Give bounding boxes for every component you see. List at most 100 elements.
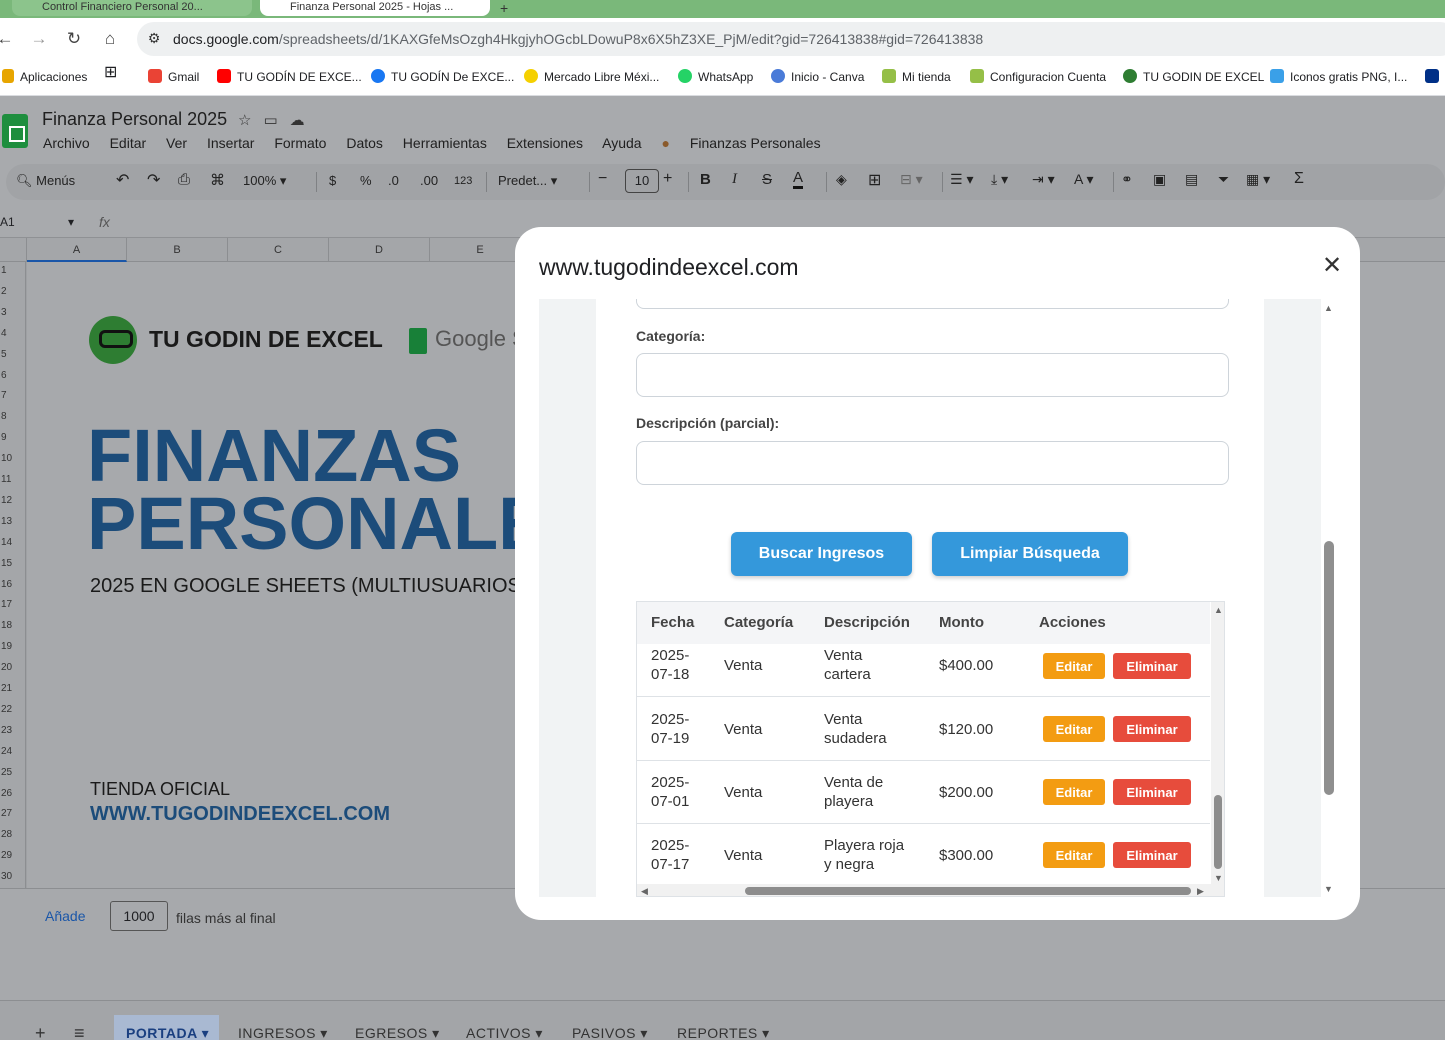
print-icon[interactable]: ⎙ (178, 171, 190, 188)
decrease-font-size-icon[interactable]: − (598, 170, 607, 188)
row-header[interactable]: 9 (0, 429, 26, 450)
horizontal-align-icon[interactable]: ☰ ▾ (950, 171, 973, 188)
row-header[interactable]: 12 (0, 492, 26, 513)
back-icon[interactable]: ← (0, 28, 16, 50)
row-header[interactable]: 2 (0, 283, 26, 304)
site-settings-icon[interactable]: ⚙ (145, 30, 163, 48)
bookmark-whatsapp[interactable]: WhatsApp (678, 69, 753, 87)
tab-groups-icon[interactable]: ⊞ (104, 65, 117, 84)
scroll-down-arrow-icon[interactable]: ▼ (1324, 884, 1333, 894)
url-text[interactable]: docs.google.com/spreadsheets/d/1KAXGfeMs… (173, 31, 983, 47)
bookmark-gmail[interactable]: Gmail (148, 69, 199, 87)
select-all-corner[interactable] (0, 238, 27, 262)
bookmark-configuracion[interactable]: Configuracion Cuenta (970, 69, 1106, 87)
table-horizontal-scroll-thumb[interactable] (745, 887, 1191, 895)
row-header[interactable]: 16 (0, 576, 26, 597)
edit-button[interactable]: Editar (1043, 716, 1105, 742)
borders-icon[interactable]: ⊞ (868, 170, 881, 190)
percent-format-button[interactable]: % (360, 173, 372, 188)
number-format-button[interactable]: 123 (454, 175, 472, 187)
row-header[interactable]: 19 (0, 638, 26, 659)
search-income-button[interactable]: Buscar Ingresos (731, 532, 912, 576)
table-vertical-scroll-thumb[interactable] (1214, 795, 1222, 869)
column-header-b[interactable]: B (127, 238, 228, 262)
menu-insertar[interactable]: Insertar (207, 135, 254, 151)
scroll-right-arrow-icon[interactable]: ▶ (1197, 886, 1204, 896)
font-select[interactable]: Predet... ▾ (498, 173, 557, 189)
row-header[interactable]: 30 (0, 868, 26, 889)
fill-color-icon[interactable]: ◈ (836, 171, 847, 188)
row-header[interactable]: 5 (0, 346, 26, 367)
row-header[interactable]: 27 (0, 805, 26, 826)
row-header[interactable]: 26 (0, 785, 26, 806)
bookmark-iconos[interactable]: Iconos gratis PNG, I... (1270, 69, 1407, 87)
bookmark-tu-godin[interactable]: TU GODIN DE EXCEL (1123, 69, 1264, 87)
row-header[interactable]: 23 (0, 722, 26, 743)
italic-icon[interactable]: I (732, 171, 737, 188)
all-sheets-icon[interactable]: ≡ (74, 1023, 85, 1040)
add-rows-button[interactable]: Añade (45, 908, 85, 924)
dialog-vertical-scroll-thumb[interactable] (1324, 541, 1334, 795)
category-input[interactable] (636, 353, 1229, 397)
text-wrap-icon[interactable]: ⇥ ▾ (1032, 171, 1055, 188)
document-title[interactable]: Finanza Personal 2025 (42, 109, 227, 130)
browser-tab[interactable]: Control Financiero Personal 20... (12, 0, 252, 16)
bookmark-mi-tienda[interactable]: Mi tienda (882, 69, 951, 87)
vertical-align-icon[interactable]: ⤓ ▾ (991, 171, 1008, 188)
currency-format-button[interactable]: $ (329, 173, 336, 188)
sheet-tab-ingresos[interactable]: INGRESOS ▾ (238, 1025, 328, 1040)
zoom-select[interactable]: 100% ▾ (243, 173, 286, 189)
row-header[interactable]: 29 (0, 847, 26, 868)
table-vertical-scrollbar[interactable]: ▲ ▼ (1211, 602, 1224, 884)
description-input[interactable] (636, 441, 1229, 485)
bookmark-paypal[interactable] (1425, 69, 1439, 87)
merge-cells-icon[interactable]: ⊟ ▾ (900, 171, 923, 188)
bookmark-canva[interactable]: Inicio - Canva (771, 69, 864, 87)
row-header[interactable]: 8 (0, 408, 26, 429)
menu-formato[interactable]: Formato (274, 135, 326, 151)
clear-search-button[interactable]: Limpiar Búsqueda (932, 532, 1128, 576)
previous-field-input[interactable] (636, 299, 1229, 309)
delete-button[interactable]: Eliminar (1113, 716, 1191, 742)
browser-tab-active[interactable]: Finanza Personal 2025 - Hojas ... (260, 0, 490, 16)
scroll-down-arrow-icon[interactable]: ▼ (1214, 873, 1223, 883)
cloud-status-icon[interactable]: ☁ (290, 112, 317, 129)
font-size-input[interactable]: 10 (625, 169, 659, 193)
row-header[interactable]: 10 (0, 450, 26, 471)
bookmark-facebook[interactable]: TU GODÍN De EXCE... (371, 69, 514, 87)
strikethrough-icon[interactable]: S (762, 171, 772, 188)
increase-font-size-icon[interactable]: + (663, 170, 672, 188)
column-header-a[interactable]: A (27, 238, 127, 262)
home-icon[interactable]: ⌂ (99, 28, 121, 50)
edit-button[interactable]: Editar (1043, 842, 1105, 868)
menu-archivo[interactable]: Archivo (43, 135, 90, 151)
row-header[interactable]: 7 (0, 387, 26, 408)
sheet-tab-reportes[interactable]: REPORTES ▾ (677, 1025, 770, 1040)
move-folder-icon[interactable]: ▭ (263, 112, 289, 129)
bookmark-apps[interactable]: Aplicaciones (2, 69, 87, 87)
text-color-icon[interactable]: A (793, 169, 804, 189)
name-box[interactable]: A1 ▾ (0, 215, 74, 229)
row-header[interactable]: 22 (0, 701, 26, 722)
column-header-d[interactable]: D (329, 238, 430, 262)
edit-button[interactable]: Editar (1043, 779, 1105, 805)
dialog-vertical-scrollbar[interactable]: ▲ ▼ (1321, 299, 1337, 897)
sheets-logo-icon[interactable] (2, 114, 28, 148)
row-header[interactable]: 25 (0, 764, 26, 785)
row-header[interactable]: 3 (0, 304, 26, 325)
star-icon[interactable]: ☆ (238, 112, 263, 129)
url-field[interactable]: ⚙ docs.google.com/spreadsheets/d/1KAXGfe… (137, 22, 1445, 56)
menu-editar[interactable]: Editar (110, 135, 147, 151)
scroll-left-arrow-icon[interactable]: ◀ (641, 886, 648, 896)
bold-icon[interactable]: B (700, 171, 711, 188)
close-icon[interactable]: ✕ (1319, 253, 1345, 279)
column-header-c[interactable]: C (228, 238, 329, 262)
text-rotation-icon[interactable]: A ▾ (1074, 171, 1093, 188)
delete-button[interactable]: Eliminar (1113, 653, 1191, 679)
menu-ayuda[interactable]: Ayuda (602, 135, 641, 151)
sheet-tab-egresos[interactable]: EGRESOS ▾ (355, 1025, 440, 1040)
delete-button[interactable]: Eliminar (1113, 779, 1191, 805)
menu-herramientas[interactable]: Herramientas (403, 135, 487, 151)
row-header[interactable]: 28 (0, 826, 26, 847)
insert-link-icon[interactable]: ⚭ (1121, 171, 1133, 188)
